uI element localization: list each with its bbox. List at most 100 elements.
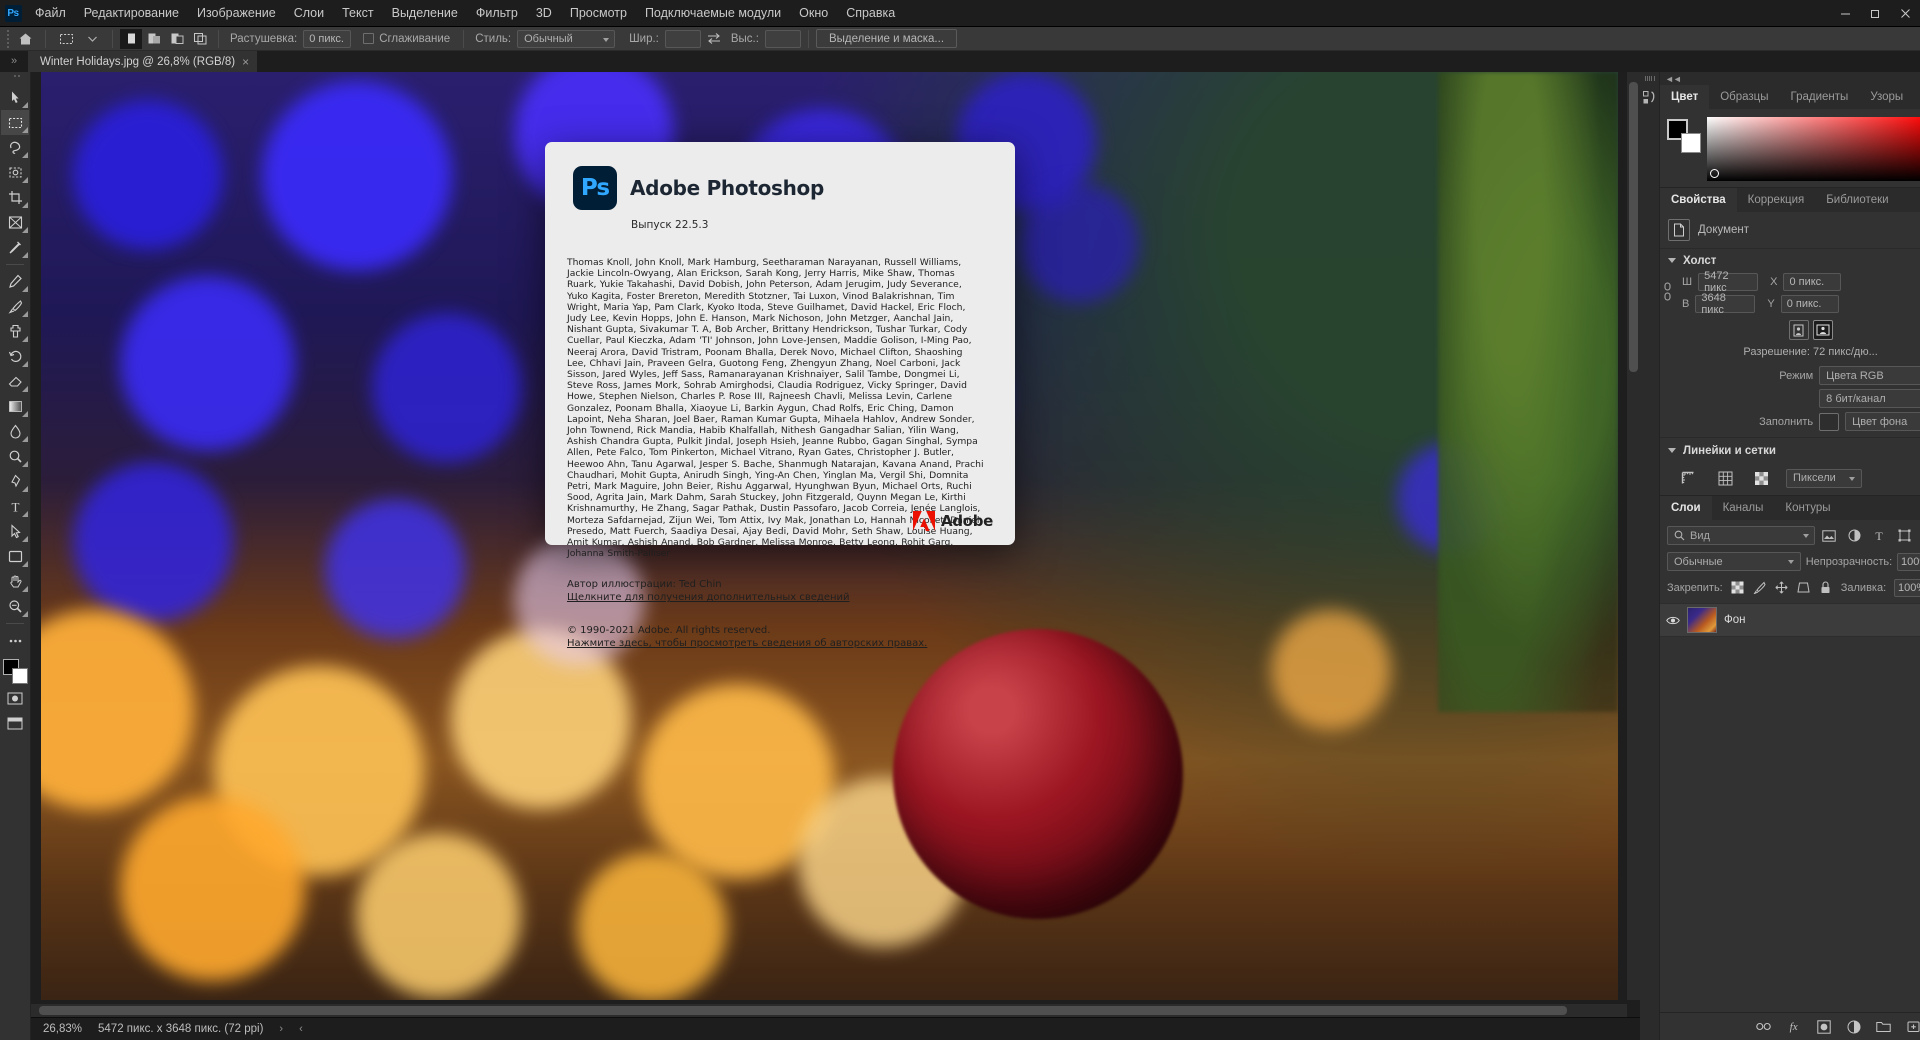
menu-file[interactable]: Файл: [26, 0, 75, 27]
canvas-horizontal-scrollbar[interactable]: [31, 1004, 1627, 1017]
dock-rail-grip[interactable]: [1645, 76, 1655, 81]
antialias-checkbox[interactable]: [363, 33, 374, 44]
tool-path-selection[interactable]: [1, 519, 29, 544]
layer-row-background[interactable]: Фон: [1660, 603, 1920, 637]
type-icon[interactable]: T: [1871, 528, 1887, 544]
color-picker-handle[interactable]: [1710, 169, 1719, 178]
status-prev-icon[interactable]: ‹: [299, 1023, 303, 1035]
tab-color[interactable]: Цвет: [1660, 85, 1709, 109]
menu-image[interactable]: Изображение: [188, 0, 285, 27]
restore-icon[interactable]: [1860, 0, 1890, 27]
illustration-more-info-link[interactable]: Щелкните для получения дополнительных св…: [567, 592, 1015, 603]
minimize-icon[interactable]: [1830, 0, 1860, 27]
menu-plugins[interactable]: Подключаемые модули: [636, 0, 790, 27]
height-input[interactable]: [765, 30, 801, 48]
select-and-mask-button[interactable]: Выделение и маска...: [816, 29, 957, 48]
landscape-icon[interactable]: [1813, 320, 1833, 340]
width-input[interactable]: [665, 30, 701, 48]
tab-paths[interactable]: Контуры: [1774, 496, 1841, 520]
style-select[interactable]: Обычный: [517, 30, 615, 48]
color-mode-select[interactable]: Цвета RGB: [1819, 366, 1920, 385]
fill-source-select[interactable]: Цвет фона: [1845, 412, 1920, 431]
color-swatches[interactable]: [1, 658, 29, 686]
lock-position-icon[interactable]: [1775, 581, 1789, 595]
canvas-height-input[interactable]: 3648 пикс: [1695, 295, 1755, 313]
new-group-icon[interactable]: [1875, 1018, 1892, 1035]
subtract-from-selection-button[interactable]: [166, 29, 188, 49]
menu-3d[interactable]: 3D: [527, 0, 561, 27]
tool-brush[interactable]: [1, 294, 29, 319]
blend-mode-select[interactable]: Обычные: [1667, 552, 1801, 571]
tool-zoom[interactable]: [1, 594, 29, 619]
color-swatch-pair[interactable]: [1667, 119, 1701, 153]
stage-icon[interactable]: [1640, 86, 1659, 108]
about-dialog[interactable]: Ps Adobe Photoshop Выпуск 22.5.3 Thomas …: [545, 142, 1015, 545]
background-color-swatch[interactable]: [12, 668, 28, 684]
layer-fill-input[interactable]: 100%: [1894, 579, 1920, 597]
tool-frame[interactable]: [1, 210, 29, 235]
tool-eraser[interactable]: [1, 369, 29, 394]
tool-history-brush[interactable]: [1, 344, 29, 369]
menu-select[interactable]: Выделение: [383, 0, 467, 27]
tool-preset-chevron-icon[interactable]: [79, 28, 105, 50]
intersect-selection-button[interactable]: [189, 29, 211, 49]
tool-hand[interactable]: [1, 569, 29, 594]
tool-rectangle[interactable]: [1, 544, 29, 569]
new-selection-button[interactable]: [120, 29, 142, 49]
edit-toolbar-icon[interactable]: [1, 628, 29, 653]
tool-type[interactable]: T: [1, 494, 29, 519]
shape-icon[interactable]: [1896, 528, 1912, 544]
add-to-selection-button[interactable]: [143, 29, 165, 49]
document-tab-winter-holidays[interactable]: Winter Holidays.jpg @ 26,8% (RGB/8) ×: [28, 51, 258, 72]
tool-rectangular-marquee[interactable]: [1, 110, 29, 135]
menu-edit[interactable]: Редактирование: [75, 0, 188, 27]
close-icon[interactable]: [1890, 0, 1920, 27]
tab-properties[interactable]: Свойства: [1660, 188, 1737, 212]
scrollbar-thumb[interactable]: [1629, 82, 1638, 372]
menu-help[interactable]: Справка: [837, 0, 904, 27]
canvas-vertical-scrollbar[interactable]: [1627, 72, 1640, 1000]
copyright-details-link[interactable]: Нажмите здесь, чтобы просмотреть сведени…: [567, 638, 1015, 649]
screen-mode-icon[interactable]: [1, 711, 29, 736]
lock-all-icon[interactable]: [1819, 581, 1833, 595]
layer-mask-icon[interactable]: [1815, 1018, 1832, 1035]
scrollbar-thumb[interactable]: [39, 1006, 1567, 1015]
tab-patterns[interactable]: Узоры: [1859, 85, 1914, 109]
tool-blur[interactable]: [1, 419, 29, 444]
feather-input[interactable]: 0 пикс.: [303, 30, 351, 48]
opacity-input[interactable]: 100%: [1897, 553, 1920, 571]
menu-view[interactable]: Просмотр: [561, 0, 636, 27]
menu-layers[interactable]: Слои: [285, 0, 333, 27]
tab-gradients[interactable]: Градиенты: [1780, 85, 1860, 109]
link-icon[interactable]: [1660, 280, 1674, 307]
tabstrip-expander-icon[interactable]: »: [0, 51, 28, 72]
rulers-section-header[interactable]: Линейки и сетки: [1660, 437, 1920, 461]
new-layer-icon[interactable]: [1905, 1018, 1920, 1035]
tool-eyedropper[interactable]: [1, 235, 29, 260]
zoom-level[interactable]: 26,83%: [43, 1023, 82, 1035]
collapse-left-icon[interactable]: ◄◄: [1665, 74, 1681, 84]
lock-transparency-icon[interactable]: [1731, 581, 1745, 595]
home-icon[interactable]: [12, 28, 38, 50]
bit-depth-select[interactable]: 8 бит/канал: [1819, 389, 1920, 408]
adjustment-icon[interactable]: [1846, 528, 1862, 544]
layer-name[interactable]: Фон: [1724, 614, 1920, 626]
tab-libraries[interactable]: Библиотеки: [1815, 188, 1899, 212]
ruler-icon[interactable]: [1678, 468, 1700, 488]
tool-move[interactable]: [1, 85, 29, 110]
tools-panel-grip[interactable]: [8, 75, 22, 85]
tab-adjustments[interactable]: Коррекция: [1737, 188, 1816, 212]
color-field[interactable]: [1707, 117, 1920, 181]
layer-filter-select[interactable]: Вид: [1667, 526, 1815, 545]
tab-channels[interactable]: Каналы: [1712, 496, 1775, 520]
status-next-icon[interactable]: ›: [279, 1023, 283, 1035]
tab-swatches[interactable]: Образцы: [1709, 85, 1779, 109]
tool-pen[interactable]: [1, 469, 29, 494]
tool-lasso[interactable]: [1, 135, 29, 160]
canvas-y-input[interactable]: 0 пикс.: [1781, 295, 1839, 313]
tool-object-selection[interactable]: [1, 160, 29, 185]
eye-icon[interactable]: [1666, 615, 1680, 626]
tool-dodge[interactable]: [1, 444, 29, 469]
close-icon[interactable]: ×: [242, 56, 249, 68]
background-color-swatch[interactable]: [1681, 133, 1701, 153]
